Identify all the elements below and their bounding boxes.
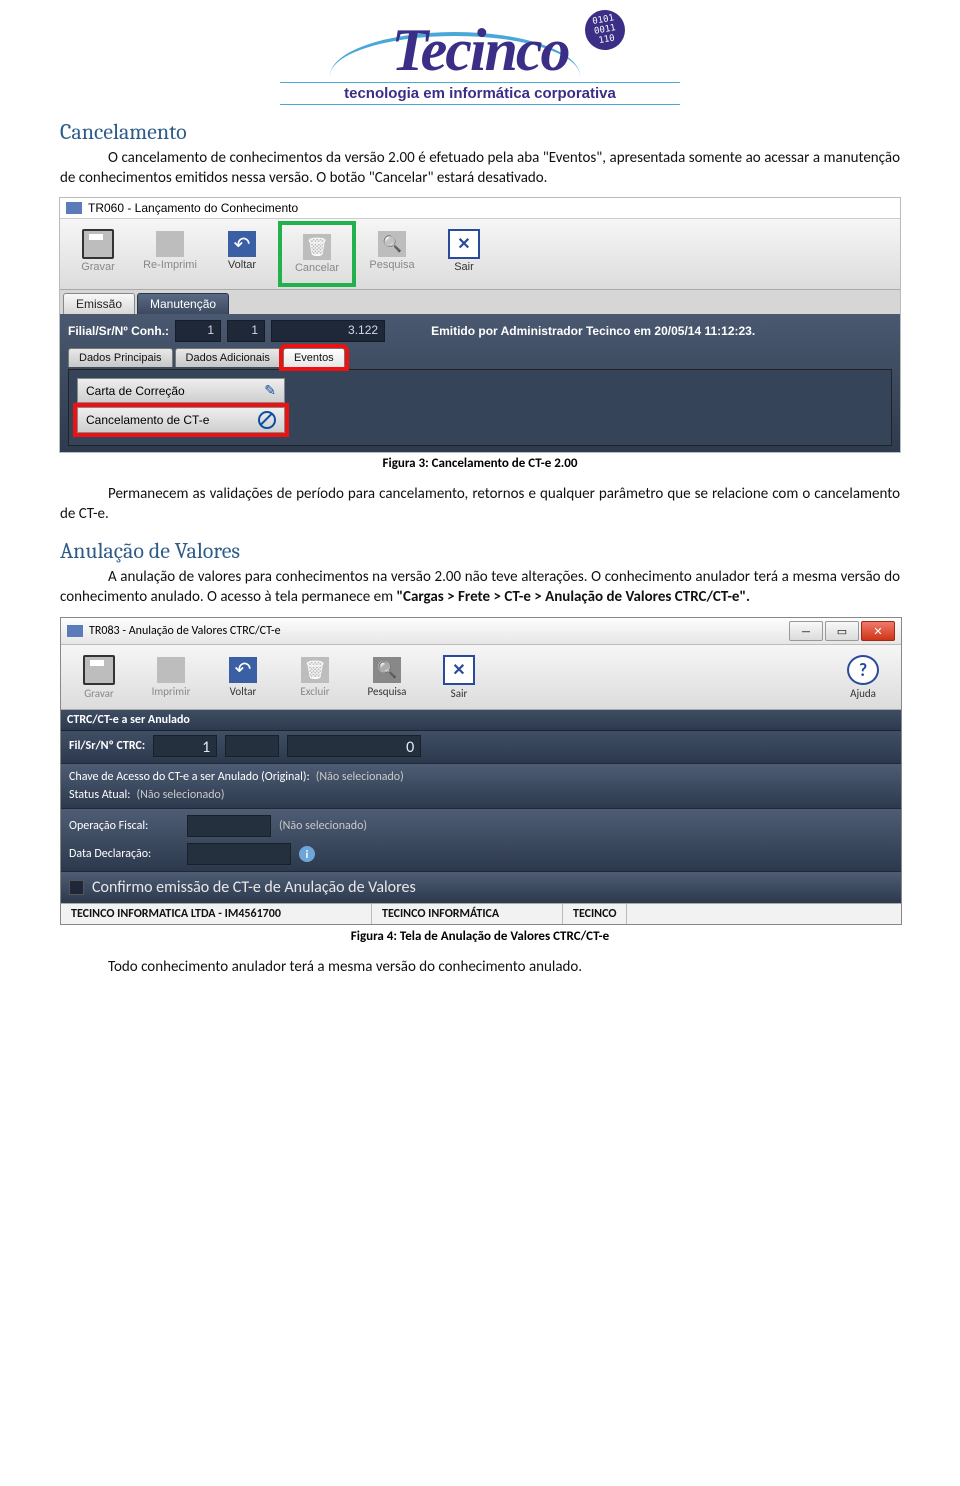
app-icon	[66, 202, 82, 214]
help-icon	[847, 655, 879, 685]
ajuda-button[interactable]: Ajuda	[827, 647, 899, 707]
sair-button[interactable]: Sair	[428, 221, 500, 281]
status-atual-label: Status Atual:	[69, 788, 130, 802]
window-titlebar: TR060 - Lançamento do Conhecimento	[60, 198, 900, 219]
save-icon	[83, 655, 115, 685]
status-atual-value: (Não selecionado)	[136, 788, 224, 802]
filial-label: Filial/Sr/Nº Conh.:	[68, 324, 169, 338]
back-icon	[228, 231, 256, 257]
operacao-fiscal-field[interactable]	[187, 815, 271, 837]
status-cell-1: TECINCO INFORMATICA LTDA - IM4561700	[61, 904, 372, 924]
maximize-button[interactable]: ▭	[825, 621, 859, 641]
close-icon	[443, 655, 475, 685]
imprimir-button[interactable]: Imprimir	[135, 647, 207, 707]
search-icon	[373, 657, 401, 683]
subtab-eventos[interactable]: Eventos	[283, 348, 345, 367]
print-icon	[157, 657, 185, 683]
status-bar: TECINCO INFORMATICA LTDA - IM4561700 TEC…	[61, 903, 901, 924]
confirm-emissao-label: Confirmo emissão de CT-e de Anulação de …	[92, 878, 416, 897]
cancelar-button[interactable]: Cancelar	[278, 221, 356, 287]
carta-correcao-button[interactable]: Carta de Correção ✎	[77, 378, 285, 403]
toolbar-2: Gravar Imprimir Voltar Excluir Pesquisa …	[61, 645, 901, 710]
emitted-status: Emitido por Administrador Tecinco em 20/…	[431, 324, 755, 338]
brand-logo: 0101 0011 110 Tecinco tecnologia em info…	[60, 20, 900, 105]
data-declaracao-field[interactable]	[187, 843, 291, 865]
logo-text: Tecinco	[280, 20, 680, 80]
status-cell-3: TECINCO	[563, 904, 627, 924]
gravar-button[interactable]: Gravar	[63, 647, 135, 707]
app-icon	[67, 625, 83, 637]
pesquisa-button[interactable]: Pesquisa	[351, 647, 423, 707]
operacao-fiscal-value: (Não selecionado)	[279, 819, 367, 833]
figure3-caption: Figura 3: Cancelamento de CT-e 2.00	[60, 456, 900, 471]
tab-emissao[interactable]: Emissão	[63, 293, 135, 314]
window-title: TR060 - Lançamento do Conhecimento	[88, 201, 298, 215]
heading-anulacao: Anulação de Valores	[60, 538, 900, 564]
fil-sr-label: Fil/Sr/Nº CTRC:	[69, 739, 145, 753]
operacao-fiscal-label: Operação Fiscal:	[69, 819, 179, 833]
subtab-dados-adicionais[interactable]: Dados Adicionais	[175, 348, 281, 367]
fil-field-2[interactable]	[225, 735, 279, 757]
section-ctrc-anulado: CTRC/CT-e a ser Anulado	[61, 710, 901, 731]
gravar-button[interactable]: Gravar	[62, 221, 134, 281]
paragraph-cancelamento-2: Permanecem as validações de período para…	[60, 485, 900, 524]
status-cell-2: TECINCO INFORMÁTICA	[372, 904, 563, 924]
top-tabs: Emissão Manutenção	[60, 290, 900, 314]
voltar-button[interactable]: Voltar	[207, 647, 279, 707]
paragraph-cancelamento-1: O cancelamento de conhecimentos da versã…	[60, 149, 900, 188]
filial-field-1[interactable]: 1	[175, 320, 221, 342]
fil-field-1[interactable]: 1	[153, 735, 217, 757]
data-declaracao-label: Data Declaração:	[69, 847, 179, 861]
edit-icon: ✎	[264, 382, 276, 399]
trash-icon	[301, 657, 329, 683]
filial-field-2[interactable]: 1	[227, 320, 265, 342]
confirm-emissao-checkbox[interactable]	[69, 880, 84, 895]
toolbar: Gravar Re-Imprimi Voltar Cancelar Pesqui…	[60, 219, 900, 290]
info-icon[interactable]: i	[299, 846, 315, 862]
logo-tagline: tecnologia em informática corporativa	[280, 82, 680, 105]
search-icon	[378, 231, 406, 257]
tab-manutencao[interactable]: Manutenção	[137, 293, 229, 314]
reimprimir-button[interactable]: Re-Imprimi	[134, 221, 206, 281]
excluir-button[interactable]: Excluir	[279, 647, 351, 707]
cancelamento-cte-button[interactable]: Cancelamento de CT-e	[77, 407, 285, 433]
screenshot-tr060: TR060 - Lançamento do Conhecimento Grava…	[60, 198, 900, 452]
save-icon	[82, 229, 114, 259]
window-close-button[interactable]: ✕	[861, 621, 895, 641]
chave-acesso-label: Chave de Acesso do CT-e a ser Anulado (O…	[69, 770, 310, 784]
back-icon	[229, 657, 257, 683]
filial-field-3[interactable]: 3.122	[271, 320, 385, 342]
screenshot-tr083: TR083 - Anulação de Valores CTRC/CT-e — …	[60, 617, 902, 925]
close-icon	[448, 229, 480, 259]
pesquisa-button[interactable]: Pesquisa	[356, 221, 428, 281]
paragraph-anulacao-1: A anulação de valores para conhecimentos…	[60, 568, 900, 607]
window-title-2: TR083 - Anulação de Valores CTRC/CT-e	[89, 624, 281, 638]
trash-icon	[303, 234, 331, 260]
fil-field-3[interactable]: 0	[287, 735, 421, 757]
figure4-caption: Figura 4: Tela de Anulação de Valores CT…	[60, 929, 900, 944]
forbidden-icon	[258, 411, 276, 429]
window-titlebar-2: TR083 - Anulação de Valores CTRC/CT-e — …	[61, 618, 901, 645]
subtab-dados-principais[interactable]: Dados Principais	[68, 348, 173, 367]
chave-acesso-value: (Não selecionado)	[316, 770, 404, 784]
voltar-button[interactable]: Voltar	[206, 221, 278, 281]
minimize-button[interactable]: —	[789, 621, 823, 641]
paragraph-anulacao-2: Todo conhecimento anulador terá a mesma …	[60, 958, 900, 978]
heading-cancelamento: Cancelamento	[60, 119, 900, 145]
sair-button[interactable]: Sair	[423, 647, 495, 707]
print-icon	[156, 231, 184, 257]
